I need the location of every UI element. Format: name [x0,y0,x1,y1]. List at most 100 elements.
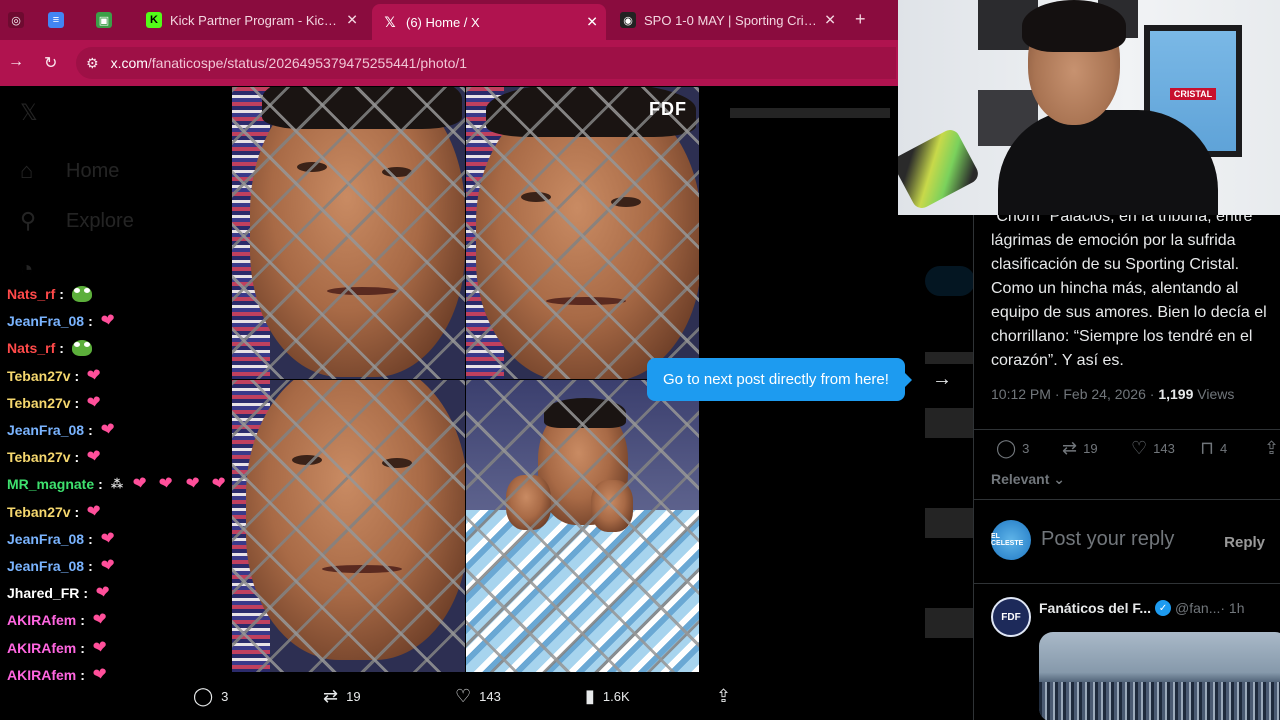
chat-message: JeanFra_08: ❤ [7,309,127,333]
chat-username[interactable]: JeanFra_08 [7,558,84,574]
photo-viewer[interactable]: FDF [232,87,699,672]
chat-colon: : [74,367,80,384]
heart-icon: ♡ [1131,438,1148,458]
share-metric[interactable]: ⇪ [1264,438,1280,459]
tab-pinned-2[interactable]: ≡ [48,5,82,35]
heart-emote-icon: ❤ [85,500,103,522]
nav-notifications[interactable]: ◔ [20,256,66,282]
next-post-tooltip[interactable]: Go to next post directly from here! [647,358,905,401]
avatar[interactable]: FDF [991,597,1031,637]
bookmark-icon: ⊓ [1200,438,1215,458]
reply-author-name[interactable]: Fanáticos del F... [1039,600,1151,616]
close-icon[interactable]: ✕ [824,12,836,29]
reply-action[interactable]: ◯ 3 [193,686,228,707]
x-logo-icon: 𝕏 [384,13,396,30]
tweet-text: “Chorri” Palacios, en la tribuna, entre … [991,208,1267,369]
chat-username[interactable]: AKIRAfem [7,612,76,628]
heart-icon: ♡ [455,686,472,706]
nav-home[interactable]: ⌂ Home [20,158,119,184]
reposts-metric[interactable]: ⇄ 19 [1062,438,1098,459]
comment-icon: ◯ [193,686,214,706]
likes-metric[interactable]: ♡ 143 [1131,438,1175,459]
heart-emote-icon: ❤ [210,473,228,495]
close-icon[interactable]: ✕ [586,14,598,31]
close-icon[interactable]: ✕ [346,12,358,29]
url-text: x.com/fanaticospe/status/202649537947525… [110,55,468,71]
chat-colon: : [98,476,103,493]
heart-emote-icon: ❤ [85,364,103,386]
chat-username[interactable]: AKIRAfem [7,667,76,683]
heart-emote-icon: ❤ [99,310,117,332]
jersey-badge: CRISTAL [1169,88,1217,100]
replies-metric[interactable]: ◯ 3 [996,438,1029,459]
tweet-detail-panel: “Chorri” Palacios, en la tribuna, entre … [973,208,1280,720]
heart-emote-icon: ❤ [85,391,103,413]
tab-sporting-cristal[interactable]: ◉ SPO 1-0 MAY | Sporting Cristal ✕ [612,5,844,35]
chat-message: JeanFra_08: ❤ [7,527,127,551]
heart-emote-icon: ❤ [91,609,109,631]
repost-action[interactable]: ⇄ 19 [323,686,361,707]
chat-colon: : [88,422,93,438]
views-action[interactable]: ▮ 1.6K [585,686,630,707]
like-action[interactable]: ♡ 143 [455,686,501,707]
repost-icon: ⇄ [1062,438,1078,458]
site-settings-icon[interactable]: ⚙ [86,55,99,72]
new-tab-button[interactable]: + [855,9,866,30]
chat-username[interactable]: JeanFra_08 [7,422,84,438]
photo-panel-top-right: FDF [466,87,699,379]
chat-username[interactable]: AKIRAfem [7,640,76,656]
heart-emote-icon: ❤ [131,473,149,495]
tab-pinned-3[interactable]: ▣ [96,5,130,35]
heart-emote-icon: ❤ [99,527,117,549]
chat-colon: : [59,286,64,302]
tab-x-home[interactable]: 𝕏 (6) Home / X ✕ [372,4,606,40]
reload-icon[interactable]: ↻ [44,53,57,73]
reply-composer[interactable]: EL CELESTE Post your reply Reply [991,520,1280,560]
x-side-nav: 𝕏 ⌂ Home ⚲ Explore ◔ [0,86,232,296]
nav-explore[interactable]: ⚲ Explore [20,208,134,234]
chat-message: Teban27v: ❤ [7,445,113,469]
chat-username[interactable]: Teban27v [7,449,71,465]
forward-arrow-icon[interactable]: → [8,53,24,71]
reply-button[interactable]: Reply [1208,526,1280,558]
verified-badge-icon: ✓ [1155,600,1172,616]
reply-author-handle[interactable]: @fan... [1175,600,1220,616]
chat-username[interactable]: Jhared_FR [7,585,79,601]
heart-emote-icon: ❤ [99,418,117,441]
address-bar[interactable]: ⚙ x.com/fanaticospe/status/2026495379475… [76,47,896,79]
chat-colon: : [74,503,80,520]
bookmarks-metric[interactable]: ⊓ 4 [1200,438,1227,459]
chat-message: Teban27v: ❤ [7,364,113,388]
chat-username[interactable]: Nats_rf [7,286,55,302]
nav-home-label: Home [66,159,120,182]
reply-tweet[interactable]: FDF Fanáticos del F... ✓ @fan... · 1h [991,597,1280,720]
docs-icon: ≡ [48,12,64,28]
chat-username[interactable]: Teban27v [7,504,71,520]
chat-username[interactable]: JeanFra_08 [7,531,84,547]
photo-action-bar: ◯ 3 ⇄ 19 ♡ 143 ▮ 1.6K ⇪ [180,680,760,714]
reply-input[interactable]: Post your reply [1041,528,1174,551]
reply-media-image[interactable] [1039,632,1280,720]
chat-username[interactable]: Nats_rf [7,340,55,356]
comment-icon: ◯ [996,438,1017,458]
tab-kick-partner[interactable]: K Kick Partner Program - Kick Da ✕ [138,5,366,35]
tab-pinned-1[interactable]: ◎ [8,5,42,35]
stream-chat: Nats_rf: JeanFra_08: ❤ Nats_rf: Teban27v: ❤ Te… [0,286,333,720]
photo-panel-top-left [232,87,465,379]
tab-title: Kick Partner Program - Kick Da [170,12,340,28]
chat-message: Nats_rf: [7,336,92,360]
tweet-timestamp[interactable]: 10:12 PM · Feb 24, 2026 · [991,386,1158,402]
chat-username[interactable]: Teban27v [7,368,71,384]
chat-message: JeanFra_08: ❤ [7,554,127,578]
chat-username[interactable]: Teban27v [7,395,71,411]
next-arrow-icon[interactable]: → [932,368,952,391]
share-icon: ⇪ [1264,438,1280,458]
kick-icon: K [146,12,162,28]
chat-username[interactable]: MR_magnate [7,476,94,492]
reply-sort-dropdown[interactable]: Relevant ⌄ [991,471,1065,488]
avatar: EL CELESTE [991,520,1031,560]
chat-message: AKIRAfem: ❤ [7,636,119,660]
x-logo[interactable]: 𝕏 [20,100,66,126]
chat-colon: : [74,449,80,466]
chat-username[interactable]: JeanFra_08 [7,313,84,329]
